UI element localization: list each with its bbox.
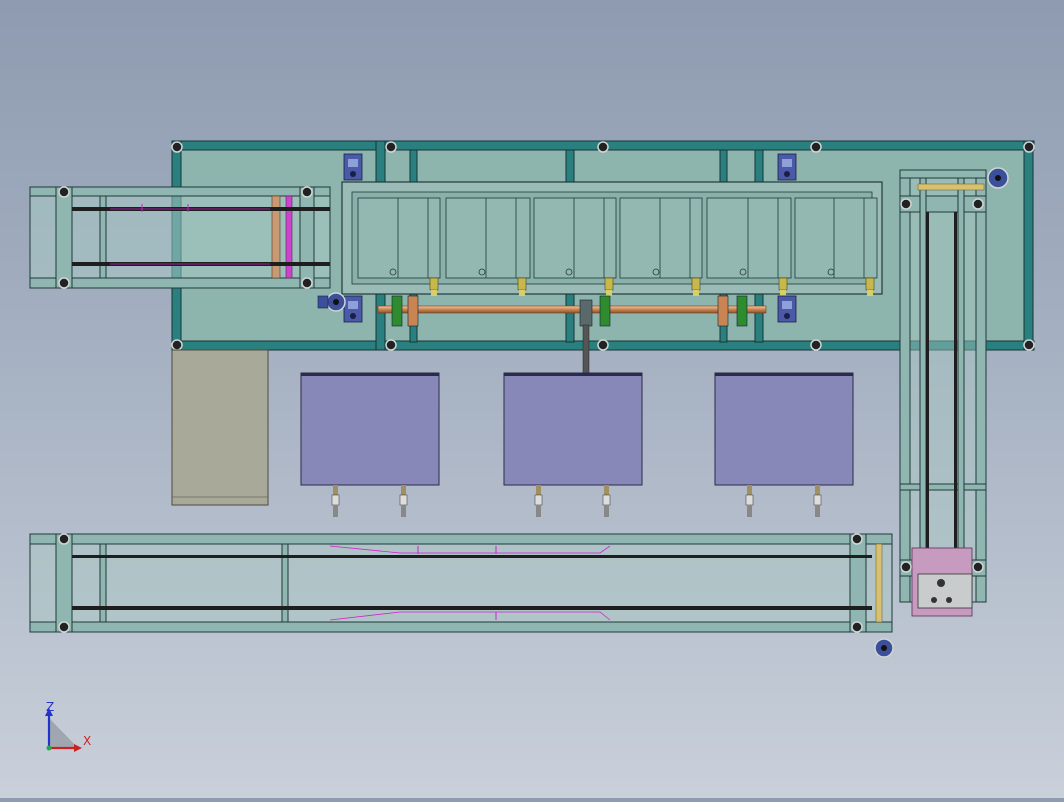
gear-motor-icon [343, 295, 363, 323]
wheel-icon [900, 198, 912, 210]
tank [714, 372, 854, 517]
triad-xz-plane [49, 718, 78, 748]
wheel-icon [810, 339, 822, 351]
tank-group [300, 372, 854, 517]
tank [503, 372, 643, 517]
wheel-icon [171, 141, 183, 153]
wheel-icon [171, 339, 183, 351]
wheel-icon [851, 621, 863, 633]
wheel-icon [301, 186, 313, 198]
infeed-conveyor-frame [29, 186, 331, 289]
wheel-icon [58, 533, 70, 545]
gear-motor-icon [777, 153, 797, 181]
control-cabinet [171, 349, 269, 506]
wheel-icon [301, 277, 313, 289]
return-belt [72, 555, 872, 558]
cad-viewport[interactable]: Z X [0, 0, 1064, 798]
wheel-icon [58, 277, 70, 289]
drive-rod [377, 305, 767, 314]
wheel-icon [810, 141, 822, 153]
gear-motor-icon [317, 292, 346, 312]
wheel-icon [1023, 339, 1035, 351]
wheel-icon [1023, 141, 1035, 153]
nozzle-icon [429, 277, 439, 296]
return-belt [72, 606, 872, 610]
lead-screw [582, 324, 590, 374]
gear-motor-icon [987, 167, 1009, 189]
wheel-icon [385, 339, 397, 351]
wheel-icon [597, 141, 609, 153]
wheel-icon [385, 141, 397, 153]
main-frame-post [1023, 140, 1034, 351]
gear-motor-icon [343, 153, 363, 181]
wheel-icon [58, 186, 70, 198]
axis-triad[interactable]: Z X [45, 700, 91, 752]
wheel-icon [972, 198, 984, 210]
wheel-icon [900, 561, 912, 573]
wheel-icon [851, 533, 863, 545]
outfeed-belt [954, 212, 957, 562]
nozzle-icon [691, 277, 701, 296]
z-axis-label: Z [46, 700, 54, 714]
nozzle-icon [778, 277, 788, 296]
wheel-icon [597, 339, 609, 351]
wheel-icon [58, 621, 70, 633]
gear-motor-icon [777, 295, 797, 323]
return-conveyor [29, 533, 894, 658]
x-axis-label: X [83, 734, 91, 748]
wheel-icon [972, 561, 984, 573]
nozzle-icon [517, 277, 527, 296]
assembly-drawing: Z X [29, 140, 1035, 752]
nozzle-icon [604, 277, 614, 296]
nozzle-icon [865, 277, 875, 296]
outfeed-belt [926, 212, 929, 562]
gear-motor-icon [874, 638, 894, 658]
tank [300, 372, 440, 517]
